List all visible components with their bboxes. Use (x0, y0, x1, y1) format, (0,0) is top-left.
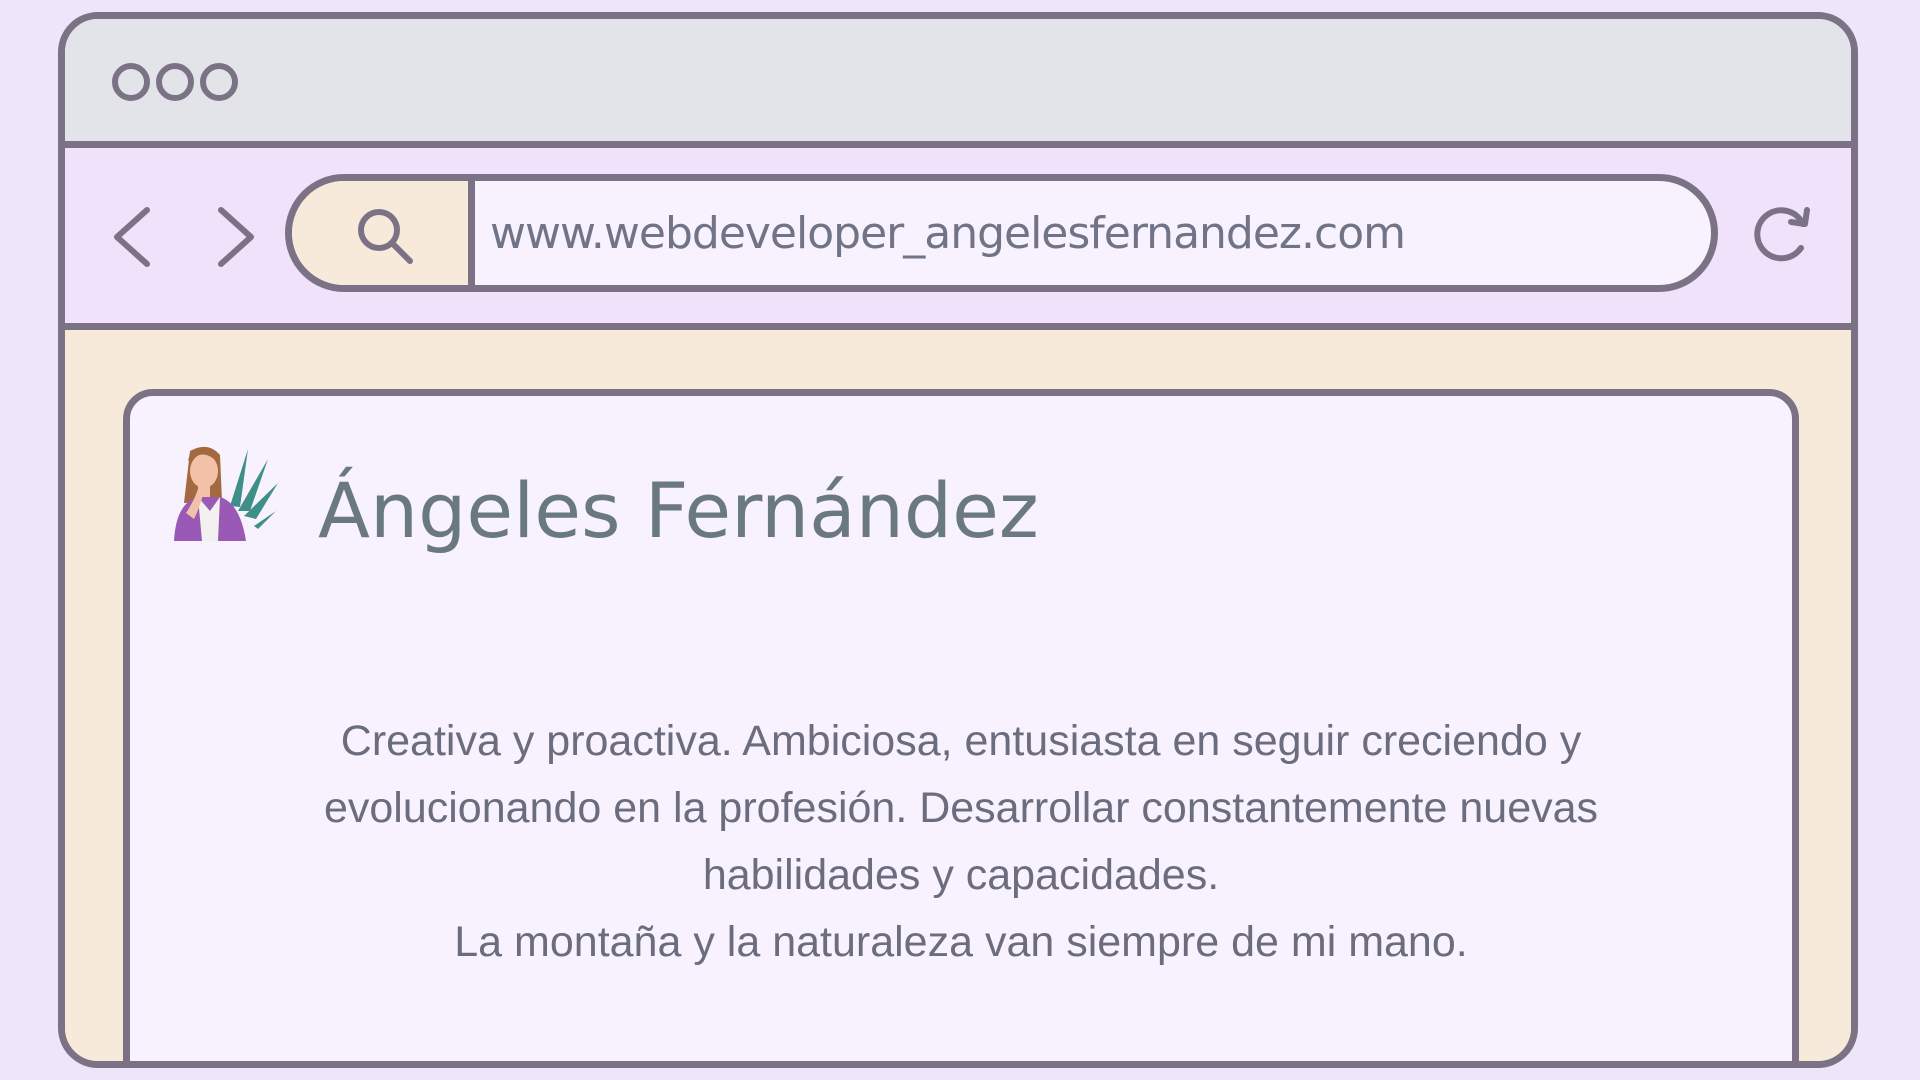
search-icon (358, 209, 413, 264)
reload-icon[interactable] (1745, 198, 1815, 268)
maximize-dot-icon[interactable] (200, 63, 238, 101)
avatar (174, 446, 278, 541)
bio-line: La montaña y la naturaleza van siempre d… (454, 918, 1468, 966)
bio-line: evolucionando en la profesión. Desarroll… (323, 784, 1599, 832)
url-text[interactable]: www.webdeveloper_angelesfernandez.com (490, 181, 1406, 285)
profile-card: Ángeles Fernández Creativa y proactiva. … (123, 389, 1799, 1061)
back-arrow-icon[interactable] (103, 202, 163, 272)
profile-name: Ángeles Fernández (318, 466, 1039, 555)
navigation-bar: www.webdeveloper_angelesfernandez.com (65, 148, 1851, 330)
page-content: Ángeles Fernández Creativa y proactiva. … (65, 330, 1851, 1061)
window-controls (112, 63, 244, 101)
bio-line: habilidades y capacidades. (702, 851, 1220, 899)
close-dot-icon[interactable] (112, 63, 150, 101)
minimize-dot-icon[interactable] (156, 63, 194, 101)
forward-arrow-icon[interactable] (205, 202, 265, 272)
search-button[interactable] (292, 181, 475, 285)
profile-bio: Creativa y proactiva. Ambiciosa, entusia… (170, 708, 1752, 976)
browser-window: www.webdeveloper_angelesfernandez.com Án… (58, 12, 1858, 1068)
address-bar[interactable]: www.webdeveloper_angelesfernandez.com (285, 174, 1718, 292)
title-bar (65, 19, 1851, 148)
bio-line: Creativa y proactiva. Ambiciosa, entusia… (340, 717, 1582, 765)
